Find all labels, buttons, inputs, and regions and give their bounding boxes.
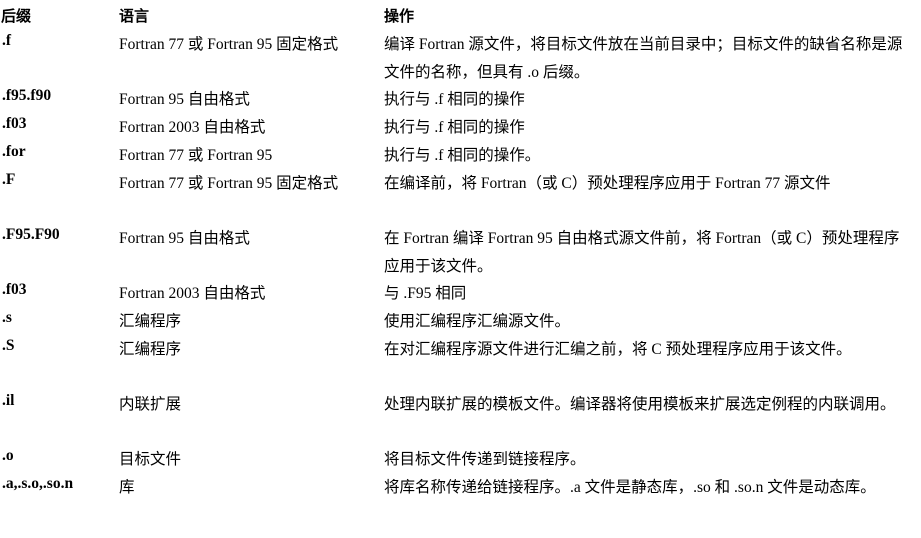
row-language: Fortran 77 或 Fortran 95 固定格式 — [119, 175, 339, 192]
row-operation: 将目标文件传递到链接程序。 — [384, 451, 586, 468]
row-operation: 使用汇编程序汇编源文件。 — [384, 313, 571, 330]
row-operation: 在 Fortran 编译 Fortran 95 自由格式源文件前，将 Fortr… — [384, 230, 900, 275]
row-language: Fortran 2003 自由格式 — [119, 119, 266, 136]
row-language: 汇编程序 — [119, 341, 182, 358]
header-language: 语言 — [119, 7, 150, 25]
header-operation: 操作 — [384, 7, 415, 25]
row-suffix: .f03 — [2, 281, 27, 298]
row-operation: 在对汇编程序源文件进行汇编之前，将 C 预处理程序应用于该文件。 — [384, 341, 852, 358]
row-language: Fortran 77 或 Fortran 95 — [119, 147, 273, 164]
row-language: Fortran 77 或 Fortran 95 固定格式 — [119, 36, 339, 53]
row-operation: 编译 Fortran 源文件，将目标文件放在当前目录中；目标文件的缺省名称是源文… — [384, 36, 903, 81]
row-language: Fortran 95 自由格式 — [119, 91, 250, 108]
row-suffix: .f03 — [2, 115, 27, 132]
row-language: 目标文件 — [119, 451, 182, 468]
row-language: Fortran 95 自由格式 — [119, 230, 250, 247]
row-suffix: .S — [2, 337, 15, 354]
row-language: Fortran 2003 自由格式 — [119, 285, 266, 302]
row-suffix: .o — [2, 447, 14, 464]
row-language: 汇编程序 — [119, 313, 182, 330]
header-suffix: 后缀 — [1, 7, 32, 25]
row-operation: 执行与 .f 相同的操作 — [384, 91, 525, 108]
row-suffix: .f95.f90 — [2, 87, 52, 104]
row-language: 内联扩展 — [119, 396, 182, 413]
row-language: 库 — [119, 479, 135, 496]
row-operation: 在编译前，将 Fortran（或 C）预处理程序应用于 Fortran 77 源… — [384, 175, 831, 192]
row-suffix: .a,.s.o,.so.n — [2, 475, 74, 492]
row-operation: 执行与 .f 相同的操作 — [384, 119, 525, 136]
row-suffix: .s — [2, 309, 12, 326]
row-suffix: .F95.F90 — [2, 226, 60, 243]
row-suffix: .F — [2, 171, 16, 188]
row-suffix: .for — [2, 143, 26, 160]
row-operation: 将库名称传递给链接程序。.a 文件是静态库，.so 和 .so.n 文件是动态库… — [384, 479, 876, 496]
row-operation: 执行与 .f 相同的操作。 — [384, 147, 541, 164]
row-operation: 与 .F95 相同 — [384, 285, 467, 302]
row-operation: 处理内联扩展的模板文件。编译器将使用模板来扩展选定例程的内联调用。 — [384, 396, 896, 413]
row-suffix: .f — [2, 32, 12, 49]
row-suffix: .il — [2, 392, 15, 409]
